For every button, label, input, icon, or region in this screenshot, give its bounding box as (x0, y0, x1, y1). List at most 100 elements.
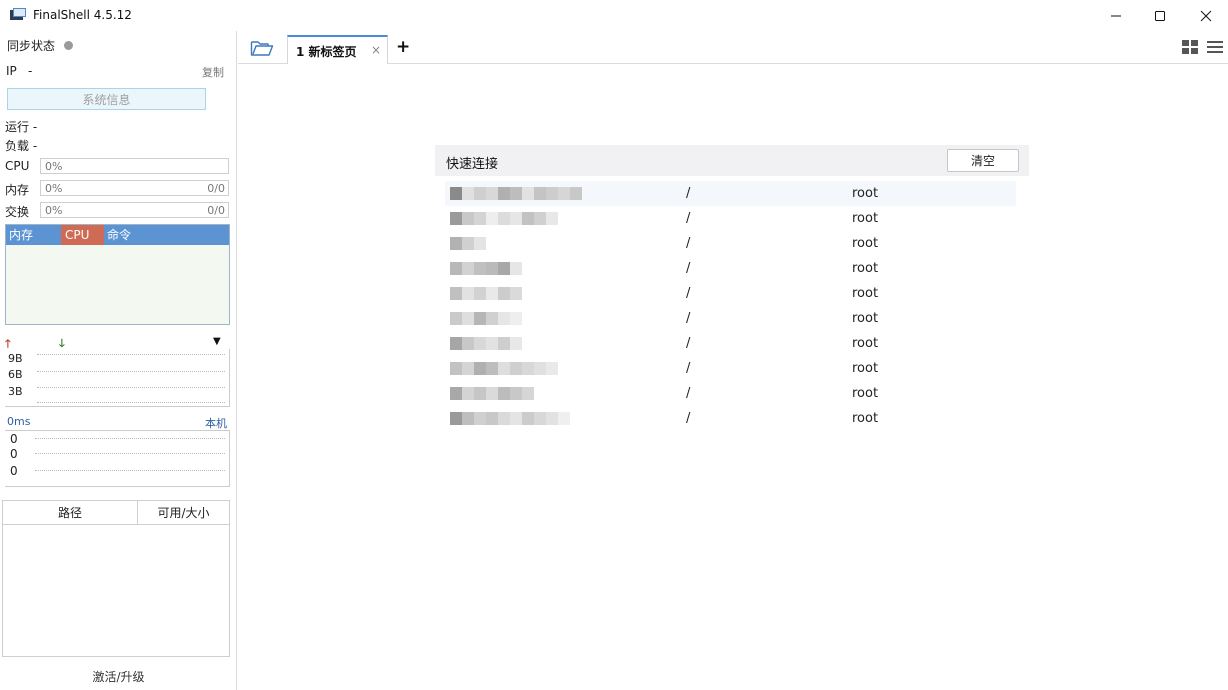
redacted-host (450, 187, 582, 200)
cpu-meter: 0% (40, 158, 229, 174)
network-tick: 9B (8, 352, 23, 365)
disk-column-path[interactable]: 路径 (3, 501, 138, 524)
memory-label: 内存 (5, 183, 30, 197)
connection-user: root (852, 236, 879, 251)
process-column-memory[interactable]: 内存 (6, 225, 61, 245)
window-title: FinalShell 4.5.12 (33, 8, 132, 22)
connection-user: root (852, 211, 879, 226)
redacted-host (450, 387, 534, 400)
close-button[interactable] (1184, 0, 1228, 31)
disk-table: 路径 可用/大小 (2, 500, 230, 657)
cpu-percent: 0% (45, 160, 63, 173)
connection-path: / (686, 211, 691, 226)
connection-path: / (686, 261, 691, 276)
ping-tick: 0 (10, 432, 18, 446)
connection-user: root (852, 386, 879, 401)
hamburger-menu-icon[interactable] (1207, 40, 1223, 54)
redacted-host (450, 362, 558, 375)
connection-path: / (686, 311, 691, 326)
cpu-label: CPU (5, 159, 30, 173)
ping-tick: 0 (10, 447, 18, 461)
disk-table-header: 路径 可用/大小 (3, 501, 229, 525)
connection-user: root (852, 361, 879, 376)
add-tab-button[interactable]: + (396, 37, 410, 57)
gridline (35, 453, 225, 454)
connection-row[interactable]: / root (445, 256, 1016, 281)
ping-target-button[interactable]: 本机 (205, 415, 227, 431)
sync-status-label: 同步状态 (7, 39, 56, 53)
gridline (37, 354, 225, 355)
connection-row[interactable]: / root (445, 406, 1016, 431)
folder-open-icon[interactable] (250, 39, 274, 57)
uptime-label: 运行 - (5, 120, 38, 134)
memory-ratio: 0/0 (207, 182, 225, 195)
redacted-host (450, 212, 558, 225)
connection-path: / (686, 411, 691, 426)
tab-bar: 1 新标签页 × + (238, 31, 1228, 64)
minimize-button[interactable] (1094, 0, 1138, 31)
maximize-button[interactable] (1138, 0, 1182, 31)
redacted-host (450, 337, 522, 350)
gridline (35, 470, 225, 471)
quick-connect-header: 快速连接 清空 (435, 145, 1029, 176)
connection-row[interactable]: / root (445, 281, 1016, 306)
gridline (37, 402, 225, 403)
redacted-host (450, 262, 522, 275)
ip-value: - (28, 64, 33, 78)
connection-user: root (852, 261, 879, 276)
network-tick: 6B (8, 368, 23, 381)
activate-upgrade-link[interactable]: 激活/升级 (0, 668, 237, 685)
connection-row[interactable]: / root (445, 231, 1016, 256)
gridline (37, 387, 225, 388)
connection-row[interactable]: / root (445, 206, 1016, 231)
redacted-host (450, 312, 522, 325)
ping-chart: 0 0 0 (5, 430, 230, 487)
close-icon (1200, 10, 1212, 21)
connection-user: root (852, 336, 879, 351)
swap-ratio: 0/0 (207, 204, 225, 217)
gridline (37, 371, 225, 372)
connection-user: root (852, 411, 879, 426)
tab-new-tab[interactable]: 1 新标签页 × (287, 35, 388, 64)
process-table-header: 内存 CPU 命令 (6, 225, 229, 245)
ip-label: IP (6, 64, 17, 78)
connection-user: root (852, 286, 879, 301)
connection-path: / (686, 186, 691, 201)
connection-row[interactable]: / root (445, 331, 1016, 356)
connection-path: / (686, 386, 691, 401)
gridline (35, 438, 225, 439)
connection-row[interactable]: / root (445, 306, 1016, 331)
connection-row[interactable]: / root (445, 381, 1016, 406)
swap-label: 交换 (5, 205, 30, 219)
connection-user: root (852, 311, 879, 326)
disk-column-available[interactable]: 可用/大小 (138, 501, 229, 524)
tab-close-icon[interactable]: × (371, 43, 381, 57)
swap-percent: 0% (45, 204, 63, 217)
connection-path: / (686, 361, 691, 376)
memory-meter: 0% 0/0 (40, 180, 229, 196)
quick-connect-title: 快速连接 (446, 157, 499, 172)
connection-row[interactable]: / root (445, 181, 1016, 206)
maximize-icon (1155, 10, 1165, 21)
process-column-cpu[interactable]: CPU (61, 225, 104, 245)
ping-latency: 0ms (7, 415, 31, 428)
connection-row[interactable]: / root (445, 356, 1016, 381)
connection-path: / (686, 336, 691, 351)
process-table: 内存 CPU 命令 (5, 224, 230, 325)
title-bar: FinalShell 4.5.12 (0, 0, 1228, 31)
copy-ip-button[interactable]: 复制 (202, 64, 224, 80)
interface-dropdown-icon[interactable]: ▼ (213, 336, 221, 347)
system-info-button[interactable]: 系统信息 (7, 88, 206, 110)
network-tick: 3B (8, 385, 23, 398)
redacted-host (450, 412, 570, 425)
grid-view-icon[interactable] (1182, 40, 1198, 54)
load-label: 负载 - (5, 139, 38, 153)
connection-path: / (686, 236, 691, 251)
connection-user: root (852, 186, 879, 201)
sync-status: 同步状态 (7, 37, 74, 54)
clear-history-button[interactable]: 清空 (947, 149, 1019, 172)
network-chart: 9B 6B 3B (5, 349, 230, 407)
process-column-command[interactable]: 命令 (104, 225, 131, 245)
memory-percent: 0% (45, 182, 63, 195)
connection-path: / (686, 286, 691, 301)
